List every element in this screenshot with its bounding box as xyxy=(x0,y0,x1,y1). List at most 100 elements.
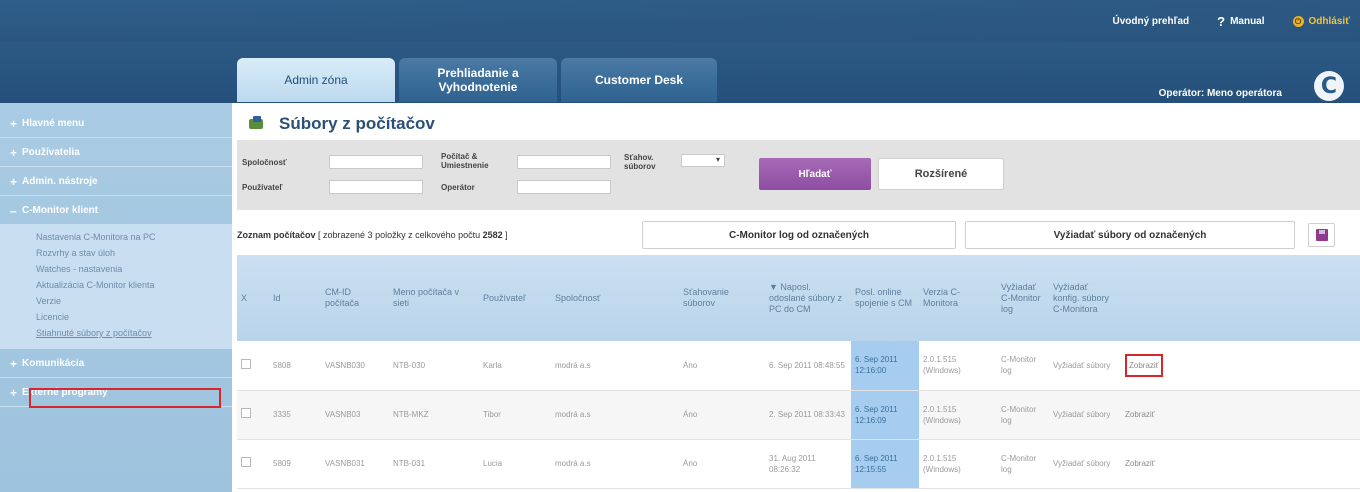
files-icon xyxy=(247,115,265,133)
cell-last-sent: 6. Sep 2011 08:48:55 xyxy=(765,341,851,391)
logout-label: Odhlásiť xyxy=(1308,16,1350,27)
row-checkbox-cell xyxy=(237,341,269,391)
sidebar-item-admin-tools[interactable]: + Admin. nástroje xyxy=(0,167,232,196)
search-button[interactable]: Hľadať xyxy=(759,158,871,190)
tab-admin-zone[interactable]: Admin zóna xyxy=(237,58,395,102)
cell-last-online: 6. Sep 2011 12:15:55 xyxy=(851,439,919,489)
main-tabs: Admin zóna Prehliadanie a Vyhodnotenie C… xyxy=(237,58,717,102)
tab-label: Prehliadanie a Vyhodnotenie xyxy=(437,66,519,94)
row-checkbox[interactable] xyxy=(241,457,251,467)
user-label: Používateľ xyxy=(242,183,283,192)
col-pc-name[interactable]: Meno počítača v sieti xyxy=(389,255,479,341)
col-show xyxy=(1121,255,1360,341)
plus-icon: + xyxy=(10,386,18,400)
col-downloads[interactable]: Sťahovanie súborov xyxy=(679,255,765,341)
show-link[interactable]: Zobraziť xyxy=(1125,459,1155,468)
sidebar-item-main-menu[interactable]: + Hlavné menu xyxy=(0,109,232,138)
cell-request-files[interactable]: Vyžiadať súbory xyxy=(1049,390,1121,440)
col-request-log: Vyžiadať C-Monitor log xyxy=(997,255,1049,341)
submenu-item-watches[interactable]: Watches - nastavenia xyxy=(36,261,232,277)
cell-request-log[interactable]: C-Monitor log xyxy=(997,439,1049,489)
col-request-config: Vyžiadať konfig. súbory C-Monitora xyxy=(1049,255,1121,341)
row-checkbox[interactable] xyxy=(241,358,251,369)
sidebar-item-label: Admin. nástroje xyxy=(22,175,98,187)
cell-show: Zobraziť xyxy=(1121,390,1360,440)
sidebar-item-users[interactable]: + Používatelia xyxy=(0,138,232,167)
downloads-label: Sťahov. súborov xyxy=(624,153,656,171)
cell-request-log[interactable]: C-Monitor log xyxy=(997,341,1049,391)
cmonitor-log-button[interactable]: C-Monitor log od označených xyxy=(642,221,956,249)
cell-last-sent: 31. Aug 2011 08:26:32 xyxy=(765,439,851,489)
submenu-item-schedules[interactable]: Rozvrhy a stav úloh xyxy=(36,245,232,261)
company-input[interactable] xyxy=(329,155,423,169)
company-label: Spoločnosť xyxy=(242,158,287,167)
col-last-online[interactable]: Posl. online spojenie s CM xyxy=(851,255,919,341)
show-link[interactable]: Zobraziť xyxy=(1125,353,1163,377)
advanced-button[interactable]: Rozšírené xyxy=(878,158,1004,190)
cell-request-log[interactable]: C-Monitor log xyxy=(997,390,1049,440)
tab-browse-evaluate[interactable]: Prehliadanie a Vyhodnotenie xyxy=(399,58,557,102)
question-icon: ? xyxy=(1217,14,1226,29)
power-icon: ⏻ xyxy=(1292,16,1304,27)
col-cmid[interactable]: CM-ID počítača xyxy=(321,255,389,341)
submenu-item-pc-settings[interactable]: Nastavenia C-Monitora na PC xyxy=(36,229,232,245)
sidebar: + Hlavné menu + Používatelia + Admin. ná… xyxy=(0,103,232,492)
cell-downloads: Áno xyxy=(679,341,765,391)
top-links: Úvodný prehľad ? Manual ⏻ Odhlásiť xyxy=(1112,14,1350,29)
cell-company: modrá a.s xyxy=(551,390,679,440)
cell-version: 2.0.1.515 (Windows) xyxy=(919,341,997,391)
cell-user: Tibor xyxy=(479,390,551,440)
pc-location-input[interactable] xyxy=(517,155,611,169)
tab-label: Admin zóna xyxy=(284,73,348,87)
submenu-item-update-client[interactable]: Aktualizácia C-Monitor klienta xyxy=(36,277,232,293)
cell-request-files[interactable]: Vyžiadať súbory xyxy=(1049,439,1121,489)
list-total: 2582 xyxy=(482,230,503,240)
downloads-select[interactable]: ▾ xyxy=(681,154,725,167)
table-row: 5809 VASNB031 NTB-031 Lucia modrá a.s Án… xyxy=(237,439,1360,489)
cell-company: modrá a.s xyxy=(551,341,679,391)
operator-filter-label: Operátor xyxy=(441,183,475,192)
submenu-item-versions[interactable]: Verzie xyxy=(36,293,232,309)
sidebar-item-cmonitor-client[interactable]: – C-Monitor klient xyxy=(0,196,232,225)
operator-label: Operátor: Meno operátora xyxy=(1158,88,1282,99)
col-user[interactable]: Používateľ xyxy=(479,255,551,341)
computers-table: X Id CM-ID počítača Meno počítača v siet… xyxy=(237,255,1360,489)
page-title: Súbory z počítačov xyxy=(279,113,435,133)
cell-request-files[interactable]: Vyžiadať súbory xyxy=(1049,341,1121,391)
main-content: Súbory z počítačov Spoločnosť Používateľ… xyxy=(237,107,1360,492)
app-header: Úvodný prehľad ? Manual ⏻ Odhlásiť Admin… xyxy=(0,0,1360,103)
show-link[interactable]: Zobraziť xyxy=(1125,410,1155,419)
sidebar-item-communication[interactable]: + Komunikácia xyxy=(0,349,232,378)
col-select: X xyxy=(237,255,269,341)
app-logo: C xyxy=(1314,71,1344,101)
manual-link[interactable]: ? Manual xyxy=(1217,14,1264,29)
operator-input[interactable] xyxy=(517,180,611,194)
submenu-item-downloaded-files[interactable]: Stiahnuté súbory z počítačov xyxy=(36,325,232,341)
cell-last-sent: 2. Sep 2011 08:33:43 xyxy=(765,390,851,440)
cell-show: Zobraziť xyxy=(1121,341,1360,391)
row-checkbox[interactable] xyxy=(241,408,251,418)
manual-label: Manual xyxy=(1230,16,1265,27)
save-button[interactable] xyxy=(1308,223,1335,247)
col-version[interactable]: Verzia C-Monitora xyxy=(919,255,997,341)
tab-customer-desk[interactable]: Customer Desk xyxy=(561,58,717,102)
list-count-end: ] xyxy=(502,230,508,240)
col-company[interactable]: Spoločnosť xyxy=(551,255,679,341)
highlight-box-sidebar xyxy=(29,388,221,408)
col-last-sent[interactable]: ▼ Naposl. odoslané súbory z PC do CM xyxy=(765,255,851,341)
row-checkbox-cell xyxy=(237,390,269,440)
logout-link[interactable]: ⏻ Odhlásiť xyxy=(1292,16,1350,27)
sidebar-item-label: C-Monitor klient xyxy=(22,204,99,216)
sidebar-submenu: Nastavenia C-Monitora na PC Rozvrhy a st… xyxy=(0,225,232,349)
filter-panel: Spoločnosť Používateľ Počítač & Umiestne… xyxy=(237,140,1360,210)
col-id[interactable]: Id xyxy=(269,255,321,341)
submenu-item-licenses[interactable]: Licencie xyxy=(36,309,232,325)
list-summary: Zoznam počítačov [ zobrazené 3 položky z… xyxy=(237,230,508,240)
request-files-button[interactable]: Vyžiadať súbory od označených xyxy=(965,221,1295,249)
overview-link[interactable]: Úvodný prehľad xyxy=(1112,16,1189,27)
cell-version: 2.0.1.515 (Windows) xyxy=(919,390,997,440)
user-input[interactable] xyxy=(329,180,423,194)
minus-icon: – xyxy=(10,204,17,218)
plus-icon: + xyxy=(10,146,18,160)
cell-id: 3335 xyxy=(269,390,321,440)
